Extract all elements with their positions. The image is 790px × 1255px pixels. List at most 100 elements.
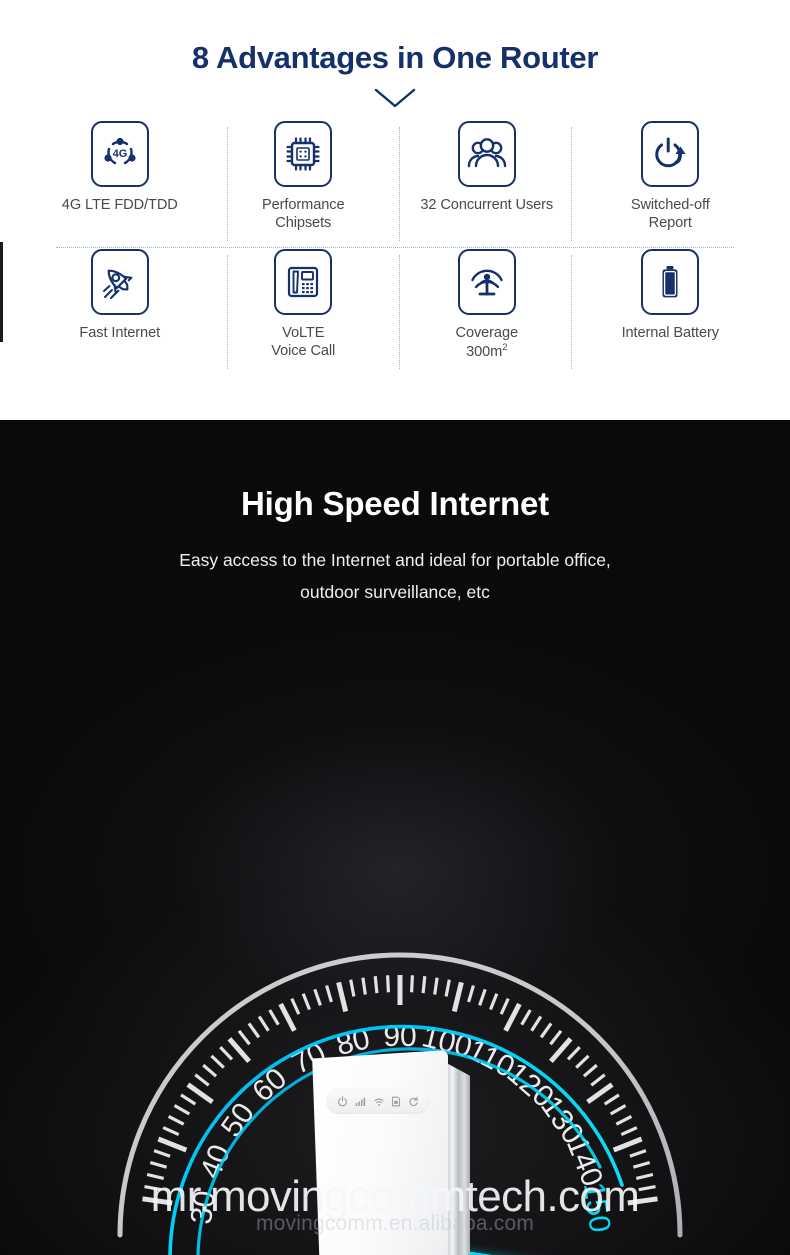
advantage-label: Fast Internet: [79, 325, 161, 341]
advantage-item-switched-off-report[interactable]: Switched-off Report: [579, 121, 763, 249]
gauge-tick-minor: [313, 988, 322, 1006]
gauge-tick-minor: [180, 1093, 197, 1106]
gauge-tick-major: [586, 1082, 614, 1105]
gauge-tick-minor: [444, 979, 451, 997]
page-title: 8 Advantages in One Router: [191, 40, 599, 75]
router-led-panel: [326, 1088, 430, 1114]
gauge-tick-minor: [144, 1185, 162, 1192]
advantage-item-concurrent-users[interactable]: 32 Concurrent Users: [395, 121, 579, 249]
gauge-tick-major: [451, 981, 464, 1013]
network-refresh-icon: [409, 1096, 418, 1106]
gauge-tick-minor: [629, 1149, 647, 1158]
advantage-label: Coverage 300m2: [455, 324, 519, 362]
advantage-label-line1: Coverage: [455, 325, 519, 341]
advantage-label-line1: VoLTE: [282, 325, 325, 341]
gauge-tick-minor: [386, 975, 390, 993]
router-front-panel: [312, 1050, 448, 1255]
router-device-image: [308, 1050, 476, 1255]
wifi-icon: [374, 1098, 384, 1106]
gauge-tick-minor: [615, 1114, 633, 1126]
gauge-tick-minor: [582, 1063, 598, 1078]
cpu-chipset-icon: [274, 121, 333, 187]
gauge-tick-major: [503, 1002, 522, 1032]
gauge-tick-minor: [247, 1022, 261, 1039]
gauge-tick-minor: [373, 976, 379, 994]
hero-subtitle-line2: outdoor surveillance, etc: [300, 582, 490, 603]
gauge-tick-minor: [237, 1029, 251, 1046]
gauge-tick-minor: [609, 1104, 627, 1116]
gauge-number: 150: [577, 1180, 617, 1234]
advantage-label: VoLTE Voice Call: [271, 324, 335, 361]
gauge-tick-minor: [202, 1063, 218, 1078]
advantage-label-line2: Chipsets: [275, 215, 332, 232]
advantage-item-fast-internet[interactable]: Fast Internet: [28, 249, 212, 377]
chevron-down-icon: [0, 87, 790, 109]
gauge-tick-minor: [590, 1073, 606, 1087]
gauge-tick-minor: [301, 993, 311, 1011]
advantage-label: 32 Concurrent Users: [420, 197, 554, 213]
gauge-tick-major: [186, 1082, 214, 1105]
gauge-tick-minor: [638, 1185, 656, 1192]
gauge-tick-minor: [210, 1054, 225, 1069]
gauge-tick-minor: [173, 1104, 191, 1116]
advantage-item-4g-lte[interactable]: 4G 4G LTE FDD/TDD: [28, 121, 212, 249]
gauge-tick-minor: [325, 985, 333, 1003]
users-group-icon: [457, 121, 516, 187]
antenna-coverage-icon: [457, 249, 516, 315]
gauge-tick-minor: [219, 1045, 234, 1061]
gauge-tick-minor: [257, 1015, 270, 1032]
advantage-label-line2: Voice Call: [271, 343, 336, 360]
gauge-tick-minor: [153, 1149, 171, 1158]
gauge-tick-minor: [620, 1126, 638, 1137]
power-off-report-icon: [641, 121, 700, 187]
4g-network-icon: 4G: [90, 121, 149, 187]
gauge-tick-minor: [194, 1073, 210, 1087]
hero-title: High Speed Internet: [241, 485, 549, 522]
gauge-tick-major: [142, 1196, 173, 1206]
gauge-tick-minor: [566, 1045, 581, 1061]
advantage-item-battery[interactable]: Internal Battery: [579, 249, 763, 377]
advantages-grid: 4G 4G LTE FDD/TDD Performance Chipsets 3…: [0, 121, 790, 377]
gauge-tick-major: [278, 1002, 297, 1032]
gauge-tick-minor: [489, 993, 499, 1011]
gauge-tick-major: [157, 1136, 188, 1153]
gauge-tick-minor: [530, 1015, 543, 1032]
gauge-tick-minor: [539, 1022, 553, 1039]
gauge-tick-minor: [635, 1172, 654, 1180]
battery-icon: [641, 249, 700, 315]
gauge-tick-minor: [467, 985, 475, 1003]
gauge-tick-minor: [146, 1172, 165, 1180]
gauge-tick-minor: [349, 979, 356, 997]
gauge-tick-minor: [361, 977, 367, 995]
hero-section: High Speed Internet Easy access to the I…: [0, 420, 790, 1255]
hero-subtitle-line1: Easy access to the Internet and ideal fo…: [179, 550, 611, 570]
gauge-tick-minor: [499, 997, 510, 1015]
gauge-tick-minor: [478, 988, 487, 1006]
gauge-tick-minor: [410, 975, 414, 993]
advantage-label: 4G LTE FDD/TDD: [61, 197, 178, 213]
advantage-item-coverage[interactable]: Coverage 300m2: [395, 249, 579, 377]
power-icon: [338, 1095, 348, 1106]
advantage-label-line2: Report: [648, 215, 692, 232]
gauge-tick-minor: [520, 1009, 532, 1026]
gauge-tick-minor: [575, 1054, 590, 1069]
advantage-label: Performance Chipsets: [262, 196, 345, 233]
advantage-item-chipsets[interactable]: Performance Chipsets: [212, 121, 396, 249]
advantage-label-line2: 300m: [466, 344, 503, 361]
gauge-tick-minor: [290, 997, 301, 1015]
advantage-label: Internal Battery: [621, 325, 719, 341]
advantage-label-line1: Switched-off: [630, 197, 710, 213]
gauge-tick-minor: [167, 1114, 185, 1126]
rocket-icon: [90, 249, 149, 315]
gauge-tick-major: [336, 981, 349, 1013]
gauge-tick-minor: [268, 1009, 280, 1026]
gauge-tick-minor: [603, 1093, 620, 1106]
sim-card-icon: [392, 1096, 401, 1106]
4g-badge-text: 4G: [112, 148, 127, 160]
signal-bars-icon: [355, 1097, 365, 1106]
gauge-tick-major: [627, 1196, 658, 1206]
gauge-tick-minor: [421, 976, 427, 994]
hero-subtitle: Easy access to the Internet and ideal fo…: [0, 544, 790, 609]
gauge-tick-minor: [433, 977, 439, 995]
advantage-item-volte[interactable]: VoLTE Voice Call: [212, 249, 396, 377]
